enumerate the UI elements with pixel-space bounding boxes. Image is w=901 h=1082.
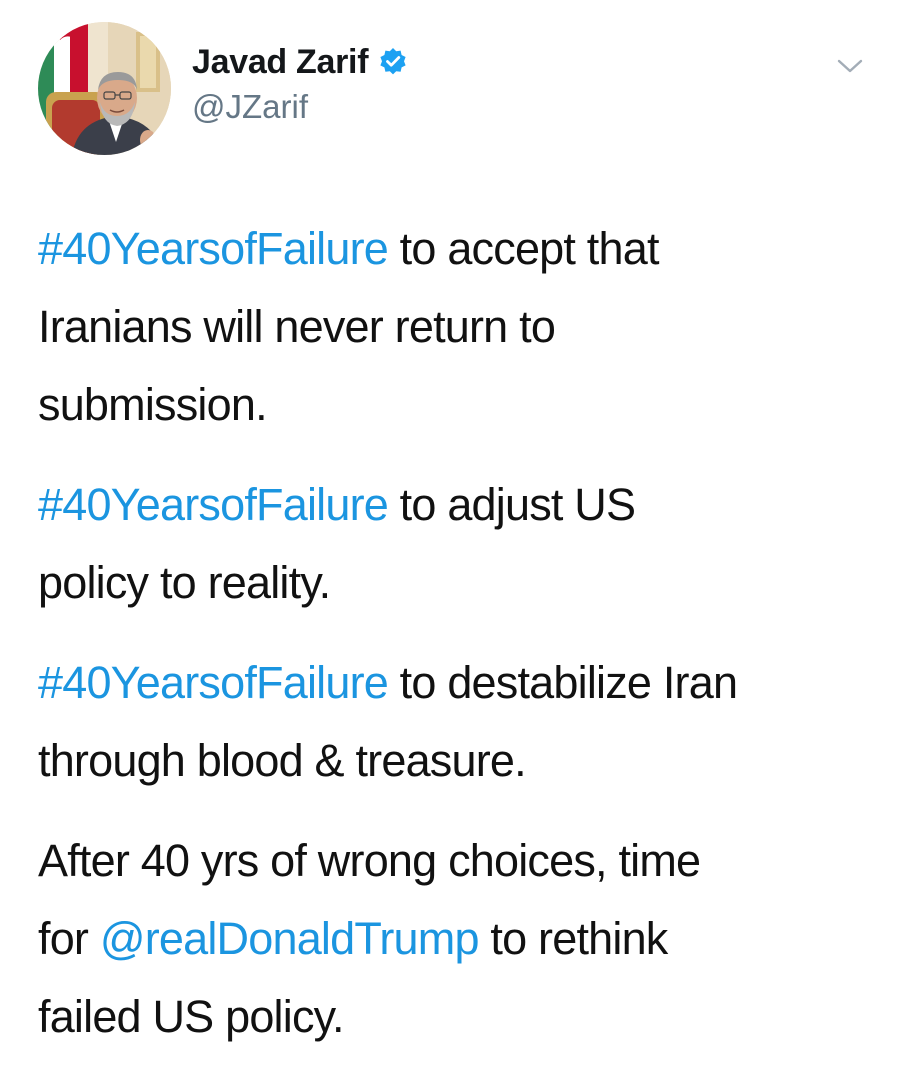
tweet-text-span: After 40 yrs of wrong choices, time — [38, 835, 701, 886]
author-handle[interactable]: @JZarif — [192, 88, 308, 126]
tweet-text-span: for — [38, 913, 100, 964]
tweet-text-span: to rethink — [478, 913, 668, 964]
avatar[interactable] — [38, 22, 171, 155]
tweet-text-span: Iranians will never return to — [38, 301, 556, 352]
tweet-text-span: policy to reality. — [38, 557, 331, 608]
tweet-text-span: to accept that — [387, 223, 660, 274]
tweet-text-span: failed US policy. — [38, 991, 345, 1042]
author-display-name[interactable]: Javad Zarif — [192, 43, 369, 82]
author-name-row[interactable]: Javad Zarif — [192, 42, 408, 82]
tweet-paragraph: #40YearsofFailure to accept that Iranian… — [38, 210, 868, 444]
tweet-text-span: through blood & treasure. — [38, 735, 527, 786]
hashtag-link[interactable]: #40YearsofFailure — [38, 657, 389, 708]
tweet-text: #40YearsofFailure to accept that Iranian… — [38, 210, 868, 1056]
tweet-paragraph: After 40 yrs of wrong choices, time for … — [38, 822, 868, 1056]
hashtag-link[interactable]: #40YearsofFailure — [38, 223, 389, 274]
tweet-paragraph: #40YearsofFailure to adjust US policy to… — [38, 466, 868, 622]
hashtag-link[interactable]: #40YearsofFailure — [38, 479, 389, 530]
tweet-text-span: to destabilize Iran — [387, 657, 738, 708]
tweet-text-span: submission. — [38, 379, 268, 430]
verified-badge-icon — [378, 47, 408, 77]
tweet-card: Javad Zarif @JZarif #40YearsofFailure to… — [0, 0, 901, 1082]
tweet-paragraph: #40YearsofFailure to destabilize Iran th… — [38, 644, 868, 800]
profile-photo-icon — [38, 22, 171, 155]
chevron-down-icon[interactable] — [836, 56, 864, 76]
mention-link[interactable]: @realDonaldTrump — [100, 913, 480, 964]
tweet-text-span: to adjust US — [387, 479, 636, 530]
